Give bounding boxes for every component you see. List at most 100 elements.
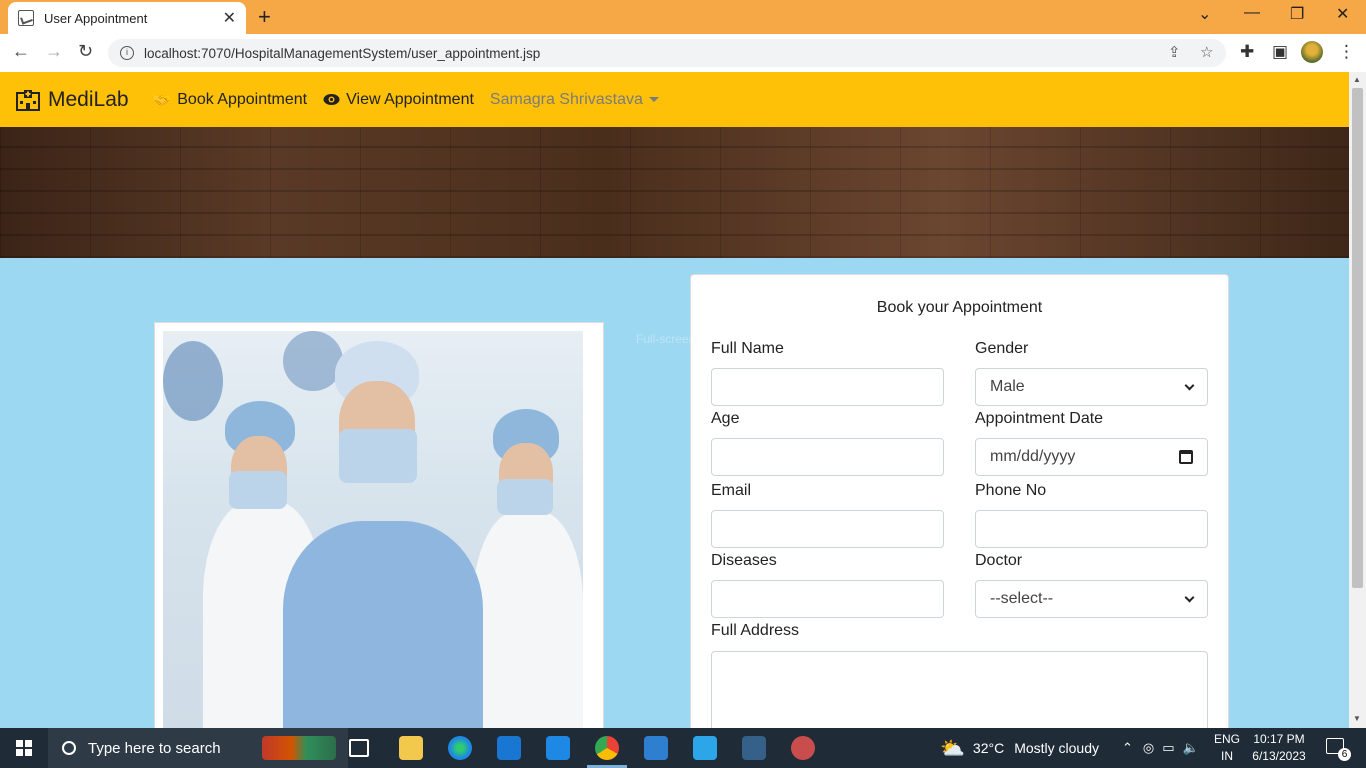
app-icon[interactable]	[791, 736, 815, 760]
taskbar-clock[interactable]: 10:17 PM 6/13/2023	[1240, 731, 1318, 765]
netbeans-icon[interactable]	[644, 736, 668, 760]
meet-icon[interactable]: ◎	[1143, 740, 1154, 756]
chevron-down-icon	[1184, 592, 1195, 602]
diseases-input[interactable]	[711, 580, 944, 618]
phone-label: Phone No	[975, 482, 1047, 499]
side-panel-icon[interactable]: ▣	[1272, 42, 1288, 62]
brand-link[interactable]: MediLab	[16, 88, 129, 112]
full-name-label: Full Name	[711, 340, 784, 357]
tab-title: User Appointment	[44, 10, 148, 26]
language-code: ENG	[1214, 732, 1241, 746]
vscode-icon[interactable]	[693, 736, 717, 760]
scroll-up-icon[interactable]: ▲	[1353, 75, 1361, 84]
edge-browser-icon[interactable]	[448, 736, 472, 760]
wood-banner-image	[0, 127, 1349, 258]
volume-icon[interactable]: 🔈	[1183, 740, 1199, 756]
taskbar-search-placeholder: Type here to search	[88, 739, 221, 757]
medical-team-image	[163, 331, 583, 728]
web-page: MediLab 🤝 Book Appointment View Appointm…	[0, 72, 1349, 728]
fullscreen-watermark: Full-screen	[636, 332, 696, 346]
scroll-down-icon[interactable]: ▼	[1353, 714, 1361, 723]
bookmark-star-icon[interactable]: ☆	[1200, 43, 1213, 61]
full-name-input[interactable]	[711, 368, 944, 406]
close-window-icon[interactable]: ✕	[1336, 4, 1349, 24]
mail-icon[interactable]	[546, 736, 570, 760]
doctor-selected-value: --select--	[990, 590, 1054, 607]
address-label: Full Address	[711, 622, 800, 639]
gender-select[interactable]: Male	[975, 368, 1208, 406]
clock-date: 6/13/2023	[1252, 749, 1306, 763]
weather-desc: Mostly cloudy	[1014, 740, 1099, 756]
clock-time: 10:17 PM	[1253, 732, 1305, 746]
appointment-form-card: Book your Appointment Full Name Gender M…	[690, 274, 1229, 728]
search-icon	[62, 741, 76, 755]
back-icon[interactable]: ←	[12, 41, 30, 62]
new-tab-icon[interactable]: +	[258, 4, 271, 30]
close-tab-icon[interactable]: ✕	[223, 8, 236, 28]
microsoft-store-icon[interactable]	[497, 736, 521, 760]
address-textarea[interactable]	[711, 651, 1208, 728]
email-input[interactable]	[711, 510, 944, 548]
notification-icon[interactable]: 6	[1326, 738, 1351, 761]
brand-name: MediLab	[48, 87, 129, 111]
nav-book-appointment[interactable]: 🤝 Book Appointment	[153, 91, 308, 109]
calendar-icon[interactable]	[1179, 450, 1193, 464]
handshake-icon: 🤝	[152, 91, 172, 109]
chevron-down-icon	[1184, 380, 1195, 390]
address-bar[interactable]: i localhost:7070/HospitalManagementSyste…	[108, 39, 1226, 67]
gender-label: Gender	[975, 340, 1029, 357]
email-label: Email	[711, 482, 752, 499]
appointment-date-input[interactable]: mm/dd/yyyy	[975, 438, 1208, 476]
restore-icon[interactable]: ❐	[1290, 4, 1304, 24]
eye-icon	[323, 94, 340, 105]
forward-icon[interactable]: →	[45, 41, 63, 62]
weather-temp: 32°C	[972, 740, 1005, 756]
language-indicator[interactable]: ENG IN	[1214, 731, 1240, 765]
share-icon[interactable]: ⇪	[1168, 43, 1181, 61]
cloudy-weather-icon: ⛅	[940, 737, 965, 760]
browser-tab-strip: User Appointment ✕ + ⌄ — ❐ ✕	[0, 0, 1366, 34]
search-highlight-image[interactable]	[262, 736, 336, 760]
url-text: localhost:7070/HospitalManagementSystem/…	[144, 45, 541, 61]
minimize-icon[interactable]: —	[1244, 4, 1260, 22]
windows-start-icon[interactable]	[16, 740, 32, 756]
menu-kebab-icon[interactable]: ⋮	[1338, 42, 1355, 62]
nav-view-appointment-label: View Appointment	[346, 90, 474, 108]
region-code: IN	[1221, 749, 1233, 763]
gender-selected-value: Male	[990, 378, 1025, 395]
reload-icon[interactable]: ↻	[78, 41, 93, 62]
date-placeholder: mm/dd/yyyy	[990, 448, 1076, 465]
profile-avatar[interactable]	[1301, 41, 1323, 63]
doctors-photo-card	[154, 322, 604, 728]
network-icon[interactable]: ▭	[1162, 740, 1174, 756]
mysql-workbench-icon[interactable]	[742, 736, 766, 760]
phone-input[interactable]	[975, 510, 1208, 548]
form-title: Book your Appointment	[876, 299, 1043, 316]
scrollbar-thumb[interactable]	[1352, 88, 1363, 588]
age-input[interactable]	[711, 438, 944, 476]
browser-tab[interactable]: User Appointment ✕	[8, 2, 246, 34]
extensions-puzzle-icon[interactable]: ✚	[1240, 42, 1254, 62]
age-label: Age	[711, 410, 740, 427]
notification-count: 6	[1338, 748, 1351, 761]
nav-view-appointment[interactable]: View Appointment	[323, 91, 474, 109]
user-dropdown[interactable]: Samagra Shrivastava	[490, 91, 659, 109]
tray-expand-icon[interactable]: ⌃	[1122, 740, 1133, 756]
user-name: Samagra Shrivastava	[489, 90, 643, 108]
site-info-icon[interactable]: i	[120, 46, 134, 60]
weather-widget[interactable]: ⛅ 32°C Mostly cloudy	[940, 728, 1099, 768]
tab-search-chevron-icon[interactable]: ⌄	[1198, 4, 1211, 24]
chrome-icon[interactable]	[595, 736, 619, 760]
hospital-icon	[16, 89, 40, 111]
doctor-label: Doctor	[975, 552, 1023, 569]
appointment-date-label: Appointment Date	[975, 410, 1104, 427]
doctor-select[interactable]: --select--	[975, 580, 1208, 618]
windows-taskbar: Type here to search ⛅ 32°C Mostly cloudy…	[0, 728, 1366, 768]
page-scrollbar[interactable]: ▲ ▼	[1349, 72, 1366, 728]
file-explorer-icon[interactable]	[399, 736, 423, 760]
diseases-label: Diseases	[711, 552, 777, 569]
caret-down-icon	[648, 97, 659, 102]
browser-toolbar: ← → ↻ i localhost:7070/HospitalManagemen…	[0, 34, 1366, 72]
task-view-icon[interactable]	[349, 739, 369, 757]
nav-book-appointment-label: Book Appointment	[177, 90, 308, 108]
